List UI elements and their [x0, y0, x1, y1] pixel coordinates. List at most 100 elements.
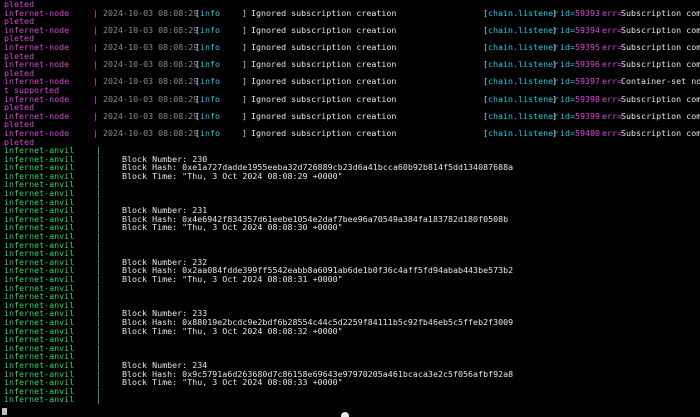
log-level: info [200, 93, 221, 104]
log-message: Ignored subscription creation [251, 59, 397, 70]
log-line: infernet-node | 2024-10-03 08:08:29[info] I… [0, 26, 700, 35]
log-level-bracket: ] [242, 7, 248, 18]
block-time: Block Time: "Thu, 3 Oct 2024 08:08:31 +0… [122, 274, 343, 284]
anvil-source: infernet-anvil [4, 394, 75, 405]
log-level-bracket: ] [242, 127, 248, 138]
log-line: infernet-node | 2024-10-03 08:08:29[info] I… [0, 129, 700, 138]
log-id-key: id= [560, 24, 576, 35]
log-message: Ignored subscription creation [251, 7, 397, 18]
block-time: Block Time: "Thu, 3 Oct 2024 08:08:29 +0… [122, 170, 343, 181]
anvil-line: infernet-anvil | Block Hash: 0x88019e2bcdc… [0, 318, 700, 327]
log-separator: | [93, 41, 99, 52]
log-level-bracket: ] [242, 41, 248, 52]
log-id-value: 59396 [575, 59, 601, 70]
log-component-bracket: ] [552, 41, 558, 52]
scroll-handle[interactable] [341, 412, 349, 417]
log-component-bracket: ] [552, 7, 558, 18]
anvil-line: infernet-anvil | [0, 232, 700, 241]
block-time: Block Time: "Thu, 3 Oct 2024 08:08:30 +0… [122, 222, 343, 233]
anvil-separator: | [96, 394, 102, 405]
anvil-line: infernet-anvil | Block Time: "Thu, 3 Oct 2… [0, 378, 700, 387]
log-id-key: id= [560, 127, 576, 138]
log-level-bracket: ] [242, 76, 248, 87]
log-err-value: Subscription com [621, 127, 700, 138]
log-component-bracket: ] [552, 24, 558, 35]
log-level: info [200, 76, 221, 87]
log-err-key: err= [602, 127, 623, 138]
log-separator: | [93, 24, 99, 35]
log-err-key: err= [602, 93, 623, 104]
log-id-key: id= [560, 110, 576, 121]
log-err-key: err= [602, 76, 623, 87]
log-level: info [200, 41, 221, 52]
log-level-bracket: ] [242, 110, 248, 121]
anvil-line: infernet-anvil | [0, 335, 700, 344]
log-err-value: Subscription com [621, 93, 700, 104]
log-separator: | [93, 7, 99, 18]
log-id-value: 59399 [575, 110, 601, 121]
log-level: info [200, 24, 221, 35]
anvil-line: infernet-anvil | [0, 241, 700, 250]
log-id-key: id= [560, 76, 576, 87]
anvil-line: infernet-anvil | Block Hash: 0x2aa084fdde3… [0, 266, 700, 275]
log-message: Ignored subscription creation [251, 110, 397, 121]
log-component-bracket: ] [552, 127, 558, 138]
log-separator: | [93, 110, 99, 121]
log-id-value: 59393 [575, 7, 601, 18]
anvil-line: infernet-anvil | [0, 189, 700, 198]
log-component-bracket: ] [552, 76, 558, 87]
log-level: info [200, 110, 221, 121]
log-component: chain.listener [488, 7, 559, 18]
log-separator: | [93, 127, 99, 138]
log-id-value: 59397 [575, 76, 601, 87]
log-err-key: err= [602, 24, 623, 35]
log-err-key: err= [602, 59, 623, 70]
log-separator: | [93, 76, 99, 87]
log-level: info [200, 59, 221, 70]
block-time: Block Time: "Thu, 3 Oct 2024 08:08:32 +0… [122, 325, 343, 336]
log-component: chain.listener [488, 24, 559, 35]
anvil-line: infernet-anvil | [0, 387, 700, 396]
log-timestamp: 2024-10-03 08:08:29 [103, 24, 199, 35]
log-line: infernet-node | 2024-10-03 08:08:29[info] I… [0, 60, 700, 69]
log-separator: | [93, 93, 99, 104]
log-component: chain.listener [488, 41, 559, 52]
log-timestamp: 2024-10-03 08:08:29 [103, 7, 199, 18]
log-err-value: Subscription com [621, 41, 700, 52]
log-component-bracket: ] [552, 110, 558, 121]
log-level-bracket: ] [242, 59, 248, 70]
anvil-line: infernet-anvil | Block Hash: 0xe1a727dadde… [0, 163, 700, 172]
log-message: Ignored subscription creation [251, 24, 397, 35]
anvil-line: infernet-anvil | [0, 344, 700, 353]
log-message: Ignored subscription creation [251, 76, 397, 87]
block-time: Block Time: "Thu, 3 Oct 2024 08:08:33 +0… [122, 377, 343, 388]
anvil-line: infernet-anvil | [0, 395, 700, 404]
anvil-line: infernet-anvil | [0, 249, 700, 258]
log-level-bracket: ] [242, 24, 248, 35]
anvil-line: infernet-anvil | [0, 301, 700, 310]
log-timestamp: 2024-10-03 08:08:29 [103, 110, 199, 121]
anvil-line: infernet-anvil | [0, 180, 700, 189]
log-component-bracket: ] [552, 93, 558, 104]
log-timestamp: 2024-10-03 08:08:29 [103, 93, 199, 104]
log-id-key: id= [560, 59, 576, 70]
log-timestamp: 2024-10-03 08:08:29 [103, 41, 199, 52]
log-id-value: 59394 [575, 24, 601, 35]
log-line: infernet-node | 2024-10-03 08:08:29[info] I… [0, 112, 700, 121]
log-err-key: err= [602, 110, 623, 121]
log-line: infernet-node | 2024-10-03 08:08:29[info] I… [0, 93, 700, 104]
terminal-window[interactable]: pleted infernet-node | 2024-10-03 08:08:29[… [0, 0, 700, 417]
log-component: chain.listener [488, 127, 559, 138]
log-line: infernet-node | 2024-10-03 08:08:29[info] I… [0, 43, 700, 52]
log-component: chain.listener [488, 59, 559, 70]
log-id-value: 59398 [575, 93, 601, 104]
anvil-line: infernet-anvil | [0, 198, 700, 207]
anvil-line: infernet-anvil | Block Time: "Thu, 3 Oct 2… [0, 172, 700, 181]
log-line-wrap: pleted [0, 137, 700, 147]
log-id-value: 59395 [575, 41, 601, 52]
anvil-line: infernet-anvil | Block Hash: 0x4e6942f8343… [0, 215, 700, 224]
log-timestamp: 2024-10-03 08:08:29 [103, 59, 199, 70]
log-component: chain.listener [488, 76, 559, 87]
log-level: info [200, 127, 221, 138]
log-component: chain.listener [488, 93, 559, 104]
